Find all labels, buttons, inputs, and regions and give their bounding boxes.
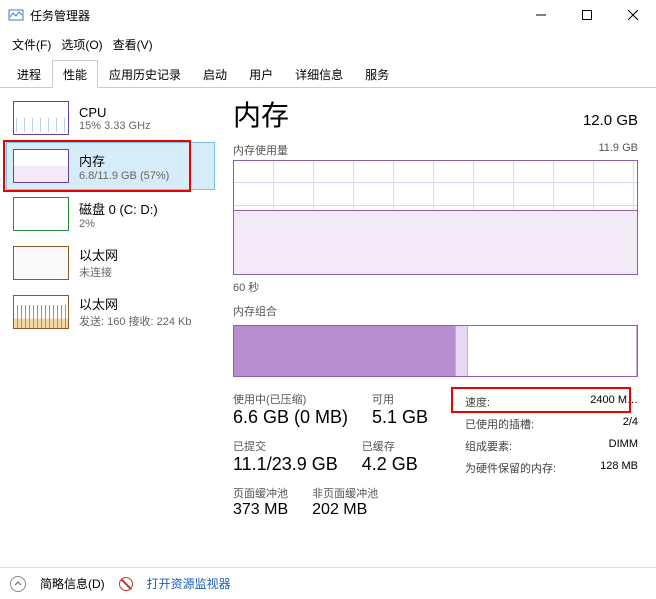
tab-bar: 进程 性能 应用历史记录 启动 用户 详细信息 服务 xyxy=(0,59,656,88)
usage-chart-label: 内存使用量 xyxy=(233,142,288,158)
memory-panel: 内存 12.0 GB 内存使用量 11.9 GB 60 秒 内存组合 使用中(已压… xyxy=(215,88,656,568)
sidebar-title: 内存 xyxy=(79,151,169,170)
performance-sidebar: CPU15% 3.33 GHz 内存6.8/11.9 GB (57%) 磁盘 0… xyxy=(0,88,215,568)
tab-processes[interactable]: 进程 xyxy=(6,60,52,88)
sidebar-item-cpu[interactable]: CPU15% 3.33 GHz xyxy=(6,94,215,142)
nonpaged-pool-label: 非页面缓冲池 xyxy=(312,485,378,501)
sidebar-title: 磁盘 0 (C: D:) xyxy=(79,199,158,218)
footer-bar: 简略信息(D) 打开资源监视器 xyxy=(0,567,656,599)
hw-reserved-label: 为硬件保留的内存: xyxy=(465,460,556,476)
disk-thumb-icon xyxy=(13,197,69,231)
sidebar-sub: 15% 3.33 GHz xyxy=(79,120,151,132)
composition-label: 内存组合 xyxy=(233,303,638,319)
menubar: 文件(F) 选项(O) 查看(V) xyxy=(0,30,656,59)
slots-value: 2/4 xyxy=(623,416,638,432)
menu-view[interactable]: 查看(V) xyxy=(109,34,157,55)
in-use-label: 使用中(已压缩) xyxy=(233,391,348,407)
menu-file[interactable]: 文件(F) xyxy=(8,34,55,55)
memory-usage-chart[interactable] xyxy=(233,160,638,275)
slots-label: 已使用的插槽: xyxy=(465,416,534,432)
tab-app-history[interactable]: 应用历史记录 xyxy=(98,60,192,88)
in-use-value: 6.6 GB (0 MB) xyxy=(233,407,348,428)
paged-pool-label: 页面缓冲池 xyxy=(233,485,288,501)
paged-pool-value: 373 MB xyxy=(233,501,288,519)
app-icon xyxy=(8,7,24,23)
sidebar-sub: 2% xyxy=(79,218,158,230)
available-label: 可用 xyxy=(372,391,428,407)
brief-view-link[interactable]: 简略信息(D) xyxy=(40,575,105,592)
sidebar-item-ethernet-1[interactable]: 以太网未连接 xyxy=(6,238,215,287)
tab-performance[interactable]: 性能 xyxy=(52,60,98,88)
form-factor-label: 组成要素: xyxy=(465,438,512,454)
window-title: 任务管理器 xyxy=(30,7,518,24)
tab-details[interactable]: 详细信息 xyxy=(284,60,354,88)
memory-total: 12.0 GB xyxy=(583,112,638,129)
sidebar-title: 以太网 xyxy=(79,294,192,313)
tab-users[interactable]: 用户 xyxy=(238,60,284,88)
nonpaged-pool-value: 202 MB xyxy=(312,501,378,519)
cached-label: 已缓存 xyxy=(362,438,418,454)
memory-stats-right: 速度: 2400 M… 已使用的插槽: 2/4 组成要素: DIMM 为硬件保留的内存… xyxy=(453,391,638,529)
page-title: 内存 xyxy=(233,94,289,134)
ethernet-thumb-icon xyxy=(13,246,69,280)
tab-services[interactable]: 服务 xyxy=(354,60,400,88)
chevron-up-icon[interactable] xyxy=(10,576,26,592)
committed-label: 已提交 xyxy=(233,438,338,454)
committed-value: 11.1/23.9 GB xyxy=(233,454,338,475)
sidebar-title: CPU xyxy=(79,105,151,120)
usage-chart-max: 11.9 GB xyxy=(598,142,638,158)
memory-composition-chart[interactable] xyxy=(233,325,638,377)
sidebar-item-memory[interactable]: 内存6.8/11.9 GB (57%) xyxy=(6,142,215,190)
tab-startup[interactable]: 启动 xyxy=(192,60,238,88)
menu-options[interactable]: 选项(O) xyxy=(57,34,106,55)
form-factor-value: DIMM xyxy=(609,438,638,454)
open-resource-monitor-link[interactable]: 打开资源监视器 xyxy=(147,575,231,592)
sidebar-item-disk[interactable]: 磁盘 0 (C: D:)2% xyxy=(6,190,215,238)
available-value: 5.1 GB xyxy=(372,407,428,428)
cpu-thumb-icon xyxy=(13,101,69,135)
sidebar-title: 以太网 xyxy=(79,245,118,264)
sidebar-sub: 6.8/11.9 GB (57%) xyxy=(79,170,169,182)
sidebar-item-ethernet-2[interactable]: 以太网发送: 160 接收: 224 Kb xyxy=(6,287,215,336)
cached-value: 4.2 GB xyxy=(362,454,418,475)
memory-stats-left: 使用中(已压缩)6.6 GB (0 MB) 可用5.1 GB 已提交11.1/2… xyxy=(233,391,453,529)
titlebar: 任务管理器 xyxy=(0,0,656,30)
speed-value: 2400 M… xyxy=(590,394,638,410)
maximize-button[interactable] xyxy=(564,0,610,30)
sidebar-sub: 发送: 160 接收: 224 Kb xyxy=(79,313,192,329)
ethernet-thumb-icon xyxy=(13,295,69,329)
memory-thumb-icon xyxy=(13,149,69,183)
time-axis-label: 60 秒 xyxy=(233,279,638,295)
close-button[interactable] xyxy=(610,0,656,30)
minimize-button[interactable] xyxy=(518,0,564,30)
resource-monitor-icon xyxy=(119,577,133,591)
sidebar-sub: 未连接 xyxy=(79,264,118,280)
speed-label: 速度: xyxy=(465,394,490,410)
hw-reserved-value: 128 MB xyxy=(600,460,638,476)
